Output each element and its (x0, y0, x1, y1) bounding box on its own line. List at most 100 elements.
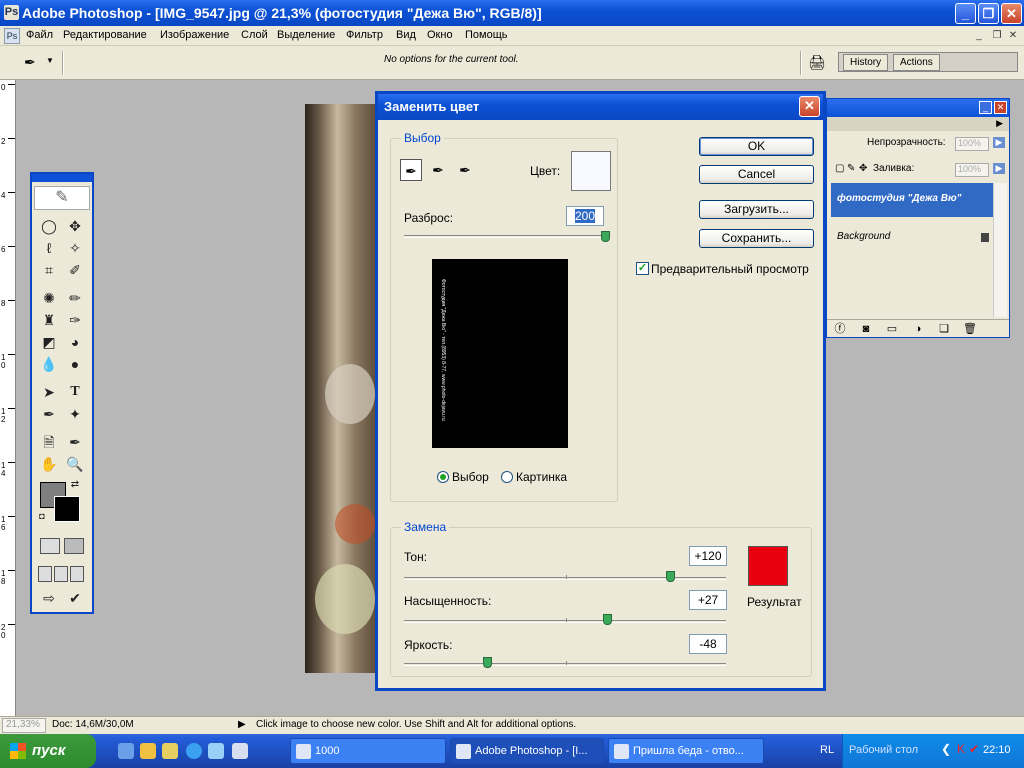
lasso-tool-icon[interactable]: ℓ (38, 238, 60, 258)
close-button[interactable]: ✕ (1001, 3, 1022, 24)
menu-image[interactable]: Изображение (160, 29, 229, 41)
saturation-input[interactable]: +27 (689, 590, 727, 610)
layer-row-background[interactable]: Background (831, 221, 995, 255)
history-brush-tool-icon[interactable]: ✑ (64, 310, 86, 330)
menu-filter[interactable]: Фильтр (346, 29, 383, 41)
selection-color-swatch[interactable] (571, 151, 611, 191)
doc-close-icon[interactable]: ✕ (1006, 30, 1020, 43)
type-tool-icon[interactable]: T (64, 382, 86, 402)
new-group-icon[interactable]: ▭ (879, 322, 905, 335)
healing-brush-tool-icon[interactable]: ✺ (38, 288, 60, 308)
lightness-slider-track[interactable] (404, 663, 726, 666)
eyedropper-tool-icon[interactable]: ✒ (24, 54, 36, 71)
menu-layer[interactable]: Слой (241, 29, 268, 41)
menu-select[interactable]: Выделение (277, 29, 335, 41)
opacity-field[interactable]: 100% (955, 137, 989, 151)
file-browser-icon[interactable]: 🖨 (808, 54, 828, 72)
fuzziness-input[interactable]: 200 (566, 206, 604, 226)
delete-layer-icon[interactable]: 🗑 (957, 322, 983, 335)
full-screen-icon[interactable] (70, 566, 84, 582)
language-indicator[interactable]: RL (820, 744, 834, 756)
panel-minimize-icon[interactable]: _ (979, 101, 992, 114)
lock-transparency-icon[interactable]: ▢ (835, 163, 844, 174)
radio-image[interactable] (501, 471, 513, 483)
quicklaunch-icon[interactable] (232, 743, 248, 759)
selection-mask-preview[interactable]: Фотостудия "Дежа Вю" - тел.(8953) 8-77, … (432, 259, 568, 448)
menu-view[interactable]: Вид (396, 29, 416, 41)
layer-row-selected[interactable]: фотостудия "Дежа Вю" (831, 183, 995, 217)
stamp-tool-icon[interactable]: ♜ (38, 310, 60, 330)
adjustment-layer-icon[interactable]: ◑ (905, 323, 931, 335)
tray-icon[interactable]: ✔ (969, 742, 979, 756)
paint-bucket-tool-icon[interactable]: ◕ (64, 332, 86, 352)
fill-arrow-icon[interactable]: ▶ (993, 163, 1005, 174)
load-button[interactable]: Загрузить... (699, 200, 814, 219)
layer-style-icon[interactable]: ⓕ (827, 320, 853, 336)
quicklaunch-icon[interactable] (140, 743, 156, 759)
shape-tool-icon[interactable]: ✦ (64, 404, 86, 424)
internet-explorer-icon[interactable] (186, 743, 202, 759)
fuzziness-slider-track[interactable] (404, 235, 606, 238)
cancel-button[interactable]: Cancel (699, 165, 814, 184)
preview-checkbox[interactable]: ✓ (636, 262, 649, 275)
quick-mask-button[interactable] (64, 538, 84, 554)
eyedropper-tool-icon[interactable]: ✒ (64, 432, 86, 452)
notes-tool-icon[interactable]: 🗎 (38, 432, 60, 452)
zoom-field[interactable]: 21,33% (2, 718, 46, 733)
layers-panel-title-bar[interactable]: _ ✕ (827, 99, 1009, 117)
lock-position-icon[interactable]: ✥ (859, 163, 867, 174)
radio-selection[interactable] (437, 471, 449, 483)
show-desktop-icon[interactable] (118, 743, 134, 759)
feather-logo-icon[interactable]: ✎ (34, 186, 90, 210)
brush-tool-icon[interactable]: ✏ (64, 288, 86, 308)
dialog-close-button[interactable]: ✕ (799, 96, 820, 117)
hue-slider-track[interactable] (404, 577, 726, 580)
lightness-slider-thumb[interactable] (482, 657, 492, 668)
kaspersky-icon[interactable]: K (957, 742, 965, 756)
result-color-swatch[interactable] (748, 546, 788, 586)
slice-tool-icon[interactable]: ✐ (64, 260, 86, 280)
fill-field[interactable]: 100% (955, 163, 989, 177)
opacity-arrow-icon[interactable]: ▶ (993, 137, 1005, 148)
status-arrow-icon[interactable]: ▶ (238, 719, 246, 730)
doc-minimize-icon[interactable]: _ (972, 30, 986, 43)
hand-tool-icon[interactable]: ✋ (38, 454, 60, 474)
desktop-toolbar-label[interactable]: Рабочий стол (849, 744, 918, 756)
quicklaunch-icon[interactable] (162, 743, 178, 759)
minimize-button[interactable]: _ (955, 3, 976, 24)
dodge-tool-icon[interactable]: ● (64, 354, 86, 374)
marquee-tool-icon[interactable]: ◯ (38, 216, 60, 236)
eyedropper-plus-icon[interactable]: ✒ (427, 159, 449, 181)
menu-help[interactable]: Помощь (465, 29, 508, 41)
menu-window[interactable]: Окно (427, 29, 453, 41)
doc-size[interactable]: Doc: 14,6M/30,0M (52, 719, 134, 730)
image-canvas[interactable] (305, 104, 377, 673)
outlook-express-icon[interactable] (208, 743, 224, 759)
lightness-input[interactable]: -48 (689, 634, 727, 654)
standard-screen-icon[interactable] (38, 566, 52, 582)
doc-restore-icon[interactable]: ❐ (990, 30, 1004, 43)
menu-edit[interactable]: Редактирование (63, 29, 147, 41)
start-button[interactable]: пуск (0, 734, 96, 768)
path-selection-tool-icon[interactable]: ➤ (38, 382, 60, 402)
eraser-tool-icon[interactable]: ◩ (38, 332, 60, 352)
document-icon[interactable]: Ps (4, 28, 20, 44)
jump-to-imageready-icon[interactable]: ⇨ (38, 588, 60, 608)
fuzziness-slider-thumb[interactable] (601, 231, 610, 242)
hue-slider-thumb[interactable] (666, 571, 676, 582)
swap-colors-icon[interactable]: ⇄ (68, 478, 82, 492)
tray-arrow-icon[interactable]: ❮ (941, 742, 951, 756)
saturation-slider-thumb[interactable] (603, 614, 613, 625)
default-colors-icon[interactable]: ◘ (36, 510, 48, 522)
new-layer-icon[interactable]: ❏ (931, 322, 957, 335)
taskbar-item[interactable]: Adobe Photoshop - [I... (450, 738, 604, 764)
panel-close-icon[interactable]: ✕ (994, 101, 1007, 114)
pen-tool-icon[interactable]: ✒ (38, 404, 60, 424)
toolbox-title-bar[interactable] (32, 174, 92, 182)
move-tool-icon[interactable]: ✥ (64, 216, 86, 236)
ok-button[interactable]: OK (699, 137, 814, 156)
crop-tool-icon[interactable]: ⌗ (38, 260, 60, 280)
background-color-swatch[interactable] (54, 496, 80, 522)
hue-input[interactable]: +120 (689, 546, 727, 566)
title-bar[interactable]: Ps Adobe Photoshop - [IMG_9547.jpg @ 21,… (0, 0, 1024, 26)
